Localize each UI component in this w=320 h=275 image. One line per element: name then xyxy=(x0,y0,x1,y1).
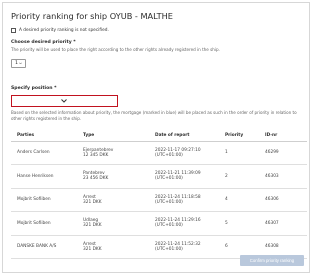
cell-type: Udlaeg 321 DKK xyxy=(77,211,149,236)
cell-party: Mojbrit Sofiiben xyxy=(11,188,77,212)
chevron-down-icon xyxy=(19,62,22,65)
cell-type: Arrest 321 DKK xyxy=(77,188,149,212)
cell-priority: 1 xyxy=(219,141,259,165)
col-parties: Parties xyxy=(11,131,77,142)
cell-id: 46307 xyxy=(259,211,307,236)
position-description: Based on the selected information about … xyxy=(11,110,297,121)
cell-id: 46306 xyxy=(259,188,307,212)
cell-party: Mojbrit Sofiiben xyxy=(11,211,77,236)
rights-table: Parties Type Date of report Priority ID-… xyxy=(11,131,307,259)
cell-party: DANSKE BANK A/S xyxy=(11,235,77,259)
position-select[interactable] xyxy=(11,95,118,107)
cell-date: 2022-11-24 11:52:32 (UTC+01:00) xyxy=(149,235,219,259)
priority-ranking-panel: Priority ranking for ship OYUB - MALTHE … xyxy=(2,2,310,273)
priority-description: The priority will be used to place the r… xyxy=(11,47,220,52)
date-tz: (UTC+01:00) xyxy=(155,152,183,158)
col-type: Type xyxy=(77,131,149,142)
position-label: Specify position * xyxy=(11,86,57,91)
type-amount: 321 DKK xyxy=(83,223,102,229)
cell-date: 2022-11-21 11:39:09 (UTC+01:00) xyxy=(149,164,219,189)
date-tz: (UTC+01:00) xyxy=(155,223,183,229)
col-priority: Priority xyxy=(219,131,259,142)
table-row: Hanse Henriksen Pantebrev 23 456 DKK 2022… xyxy=(11,164,307,189)
col-date: Date of report xyxy=(149,131,219,142)
cell-priority: 2 xyxy=(219,164,259,189)
cell-party: Hanse Henriksen xyxy=(11,164,77,189)
table-row: Mojbrit Sofiiben Udlaeg 321 DKK 2022-11-2… xyxy=(11,211,307,236)
cell-date: 2022-11-24 11:29:16 (UTC+01:00) xyxy=(149,211,219,236)
page-title: Priority ranking for ship OYUB - MALTHE xyxy=(11,11,173,21)
table-row: Mojbrit Sofiiben Arrest 321 DKK 2022-11-2… xyxy=(11,188,307,212)
cell-priority: 5 xyxy=(219,211,259,236)
date-tz: (UTC+01:00) xyxy=(155,246,183,252)
cell-priority: 4 xyxy=(219,188,259,212)
cell-date: 2022-11-17 09:27:10 (UTC+01:00) xyxy=(149,141,219,165)
type-amount: 12 345 DKK xyxy=(83,152,109,158)
date-tz: (UTC+01:00) xyxy=(155,176,183,182)
date-tz: (UTC+01:00) xyxy=(155,199,183,205)
no-priority-checkbox[interactable] xyxy=(11,28,16,33)
type-amount: 23 456 DKK xyxy=(83,176,109,182)
no-priority-option[interactable]: A desired priority ranking is not specif… xyxy=(11,28,109,33)
table-header-row: Parties Type Date of report Priority ID-… xyxy=(11,131,307,142)
type-amount: 321 DKK xyxy=(83,199,102,205)
col-id: ID-nr xyxy=(259,131,307,142)
priority-select[interactable]: 1 xyxy=(11,59,26,68)
priority-label: Choose desired priority * xyxy=(11,40,76,45)
type-amount: 321 DKK xyxy=(83,246,102,252)
no-priority-label: A desired priority ranking is not specif… xyxy=(19,28,109,33)
table-row: Anders Carlsen Ejerpantebrev 12 345 DKK 2… xyxy=(11,141,307,165)
priority-select-value: 1 xyxy=(15,61,18,66)
confirm-priority-button[interactable]: Confirm priority ranking xyxy=(240,255,304,266)
cell-party: Anders Carlsen xyxy=(11,141,77,165)
cell-type: Ejerpantebrev 12 345 DKK xyxy=(77,141,149,165)
chevron-down-icon xyxy=(61,99,67,103)
cell-date: 2022-11-24 11:18:58 (UTC+01:00) xyxy=(149,188,219,212)
cell-type: Pantebrev 23 456 DKK xyxy=(77,164,149,189)
cell-id: 46303 xyxy=(259,164,307,189)
cell-id: 46299 xyxy=(259,141,307,165)
cell-type: Arrest 321 DKK xyxy=(77,235,149,259)
